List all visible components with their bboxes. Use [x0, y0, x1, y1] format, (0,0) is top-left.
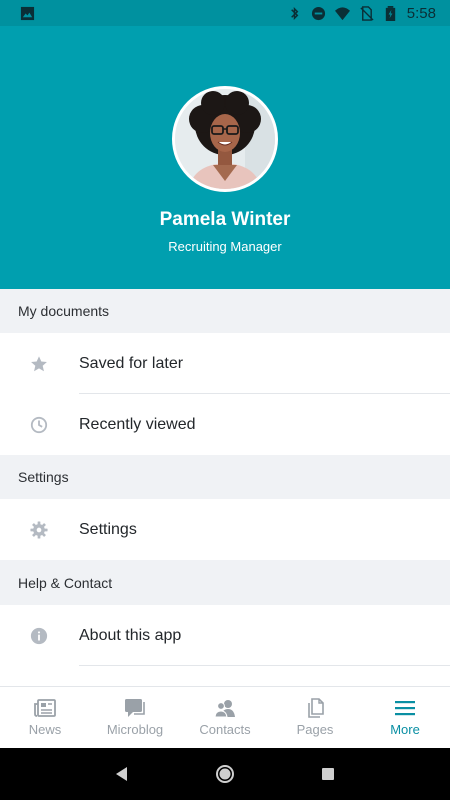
gear-icon — [30, 520, 48, 539]
menu-icon — [395, 701, 415, 716]
info-icon — [30, 627, 48, 644]
profile-role: Recruiting Manager — [168, 239, 282, 254]
avatar-photo — [175, 89, 275, 189]
list-item-settings[interactable]: Settings — [0, 499, 450, 560]
nav-item-news[interactable]: News — [0, 687, 90, 748]
item-label: Saved for later — [79, 354, 184, 372]
list-item-recently-viewed[interactable]: Recently viewed — [0, 394, 450, 455]
item-label: Settings — [79, 520, 137, 538]
back-icon[interactable] — [112, 764, 132, 784]
nav-label: Contacts — [199, 722, 251, 737]
list-item-saved-for-later[interactable]: Saved for later — [0, 333, 450, 394]
nav-item-microblog[interactable]: Microblog — [90, 687, 180, 748]
system-navigation-bar — [0, 748, 450, 800]
wifi-icon — [334, 6, 350, 20]
bluetooth-icon — [290, 6, 299, 20]
image-notification-icon — [20, 6, 35, 20]
recents-icon[interactable] — [318, 764, 338, 784]
no-sim-icon — [360, 5, 374, 21]
nav-item-more[interactable]: More — [360, 687, 450, 748]
nav-item-contacts[interactable]: Contacts — [180, 687, 270, 748]
clock-icon — [30, 416, 48, 433]
list-item-about-this-app[interactable]: About this app — [0, 605, 450, 666]
nav-label: Pages — [296, 722, 334, 737]
profile-header: Pamela Winter Recruiting Manager — [0, 26, 450, 289]
item-label: Recently viewed — [79, 415, 196, 433]
status-bar: 5:58 — [0, 0, 450, 26]
profile-name: Pamela Winter — [159, 209, 291, 230]
section-header-settings: Settings — [0, 455, 450, 499]
divider — [79, 665, 450, 666]
do-not-disturb-icon — [311, 6, 325, 20]
item-label: About this app — [79, 626, 182, 644]
section-header-help-contact: Help & Contact — [0, 560, 450, 605]
nav-label: News — [28, 722, 62, 737]
nav-label: Microblog — [106, 722, 164, 737]
news-icon — [34, 699, 56, 717]
nav-item-pages[interactable]: Pages — [270, 687, 360, 748]
microblog-icon — [125, 699, 145, 717]
section-header-my-documents: My documents — [0, 289, 450, 333]
home-icon[interactable] — [215, 764, 235, 784]
battery-icon — [385, 5, 395, 21]
contacts-icon — [214, 700, 235, 718]
status-time: 5:58 — [406, 4, 436, 22]
bottom-navigation: News Microblog Contacts Pages More — [0, 686, 450, 748]
pages-icon — [308, 698, 324, 718]
nav-label: More — [390, 722, 420, 737]
avatar[interactable] — [172, 86, 278, 192]
star-icon — [31, 355, 47, 371]
